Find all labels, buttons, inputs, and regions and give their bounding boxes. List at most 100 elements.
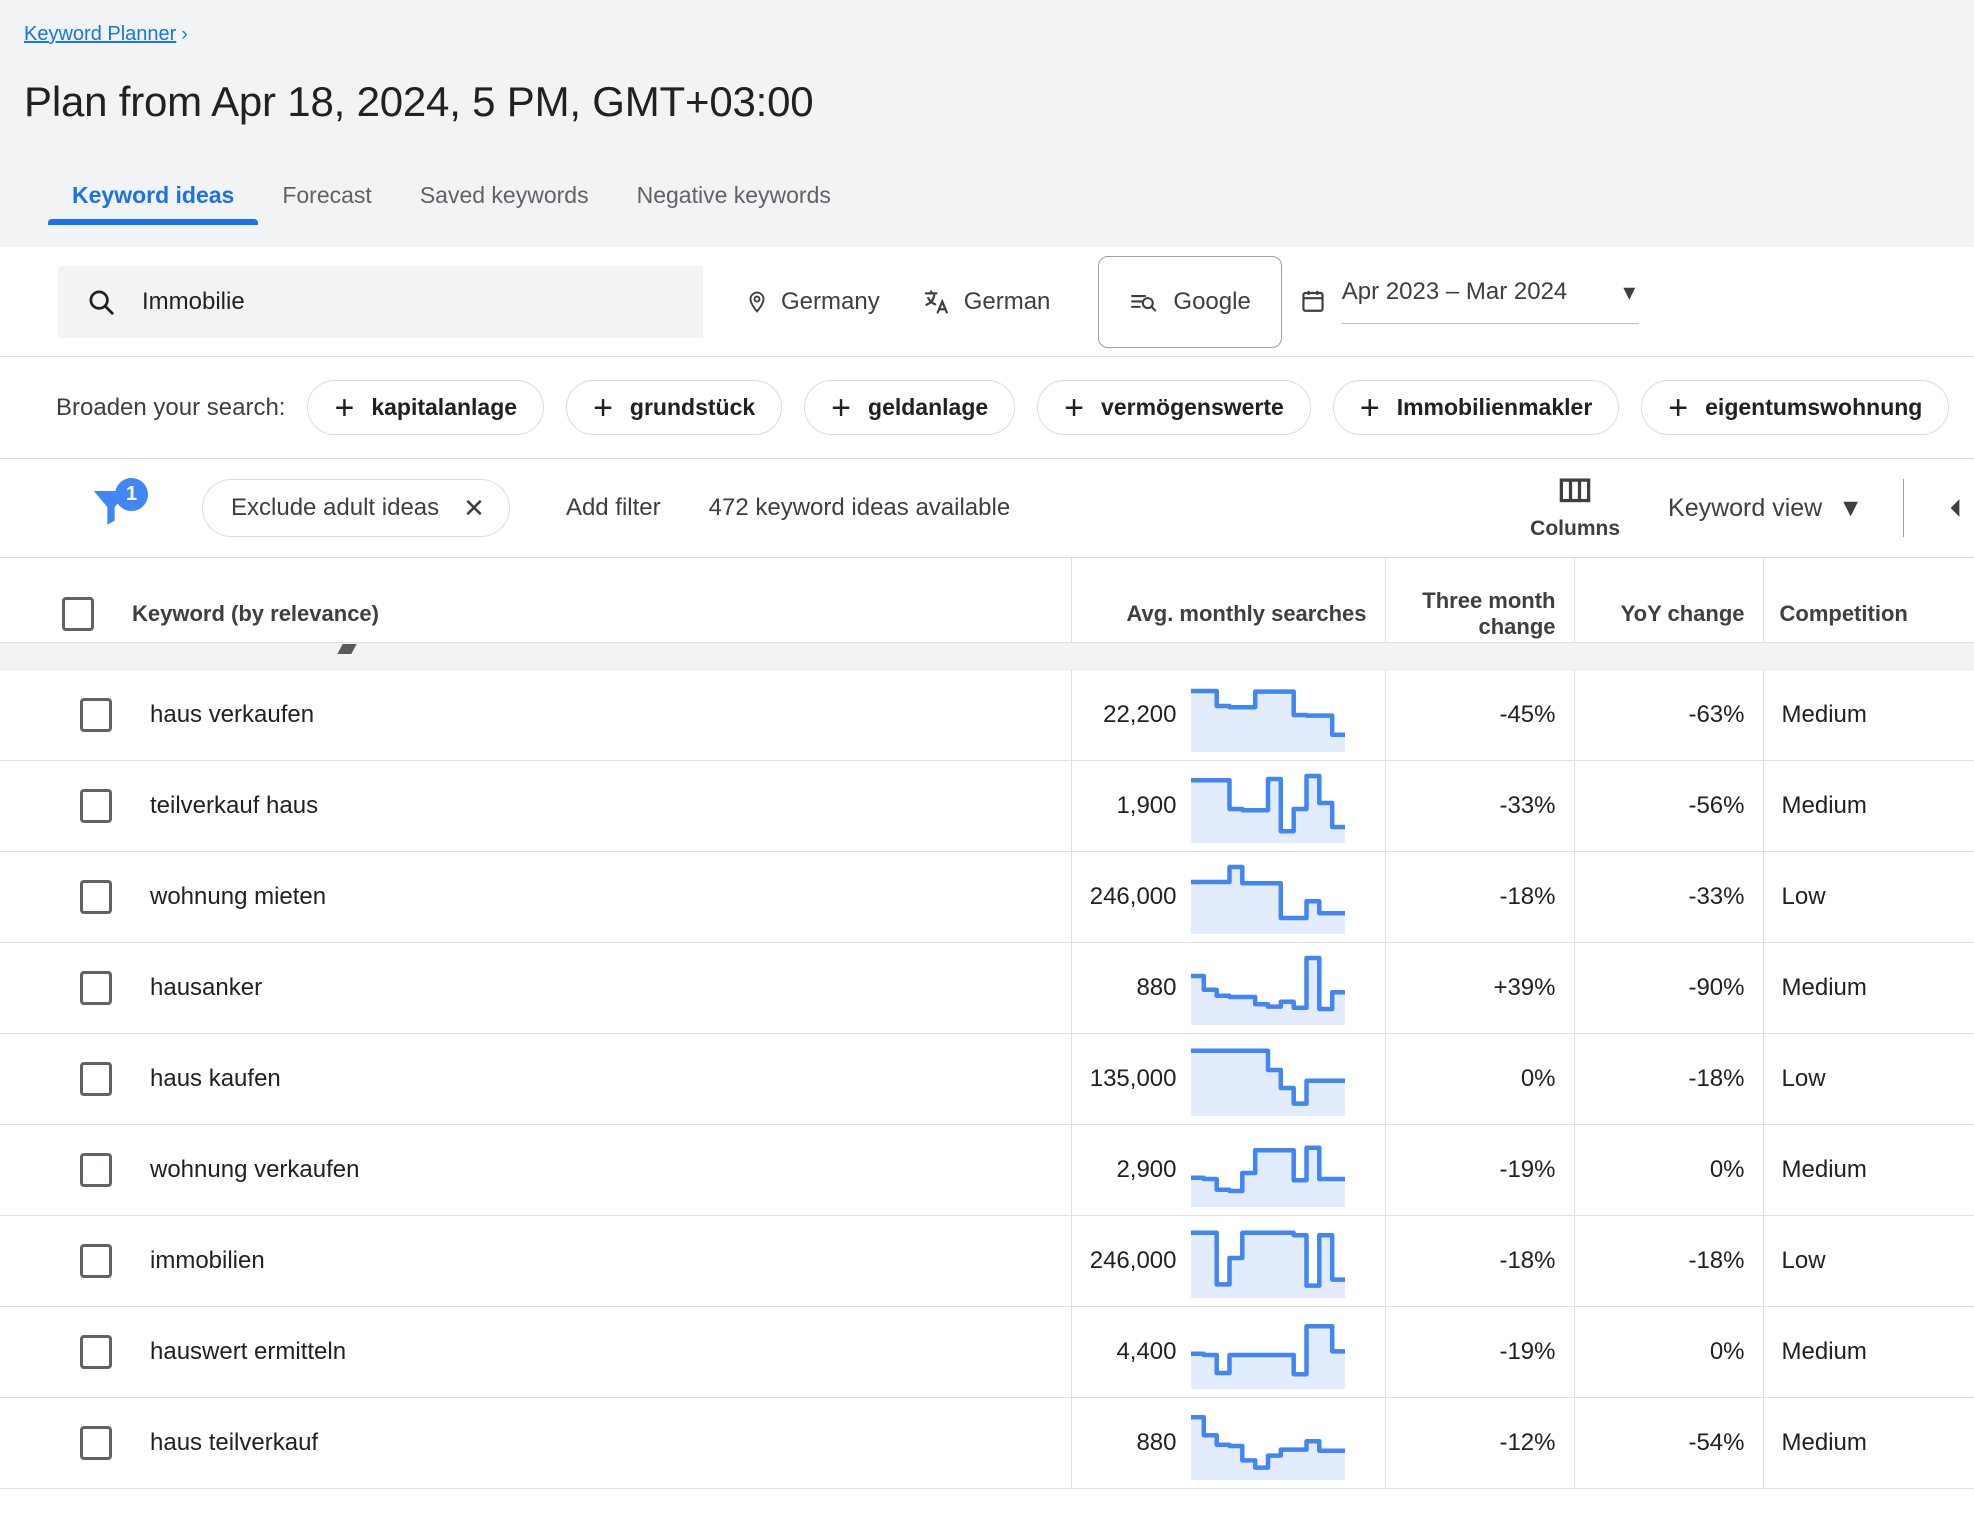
table-scroll-seam[interactable] xyxy=(0,642,1974,670)
cell-keyword: immobilien xyxy=(0,1216,1071,1307)
cell-keyword: teilverkauf haus xyxy=(0,761,1071,852)
cell-avg-monthly-searches: 246,000 xyxy=(1071,852,1385,943)
broaden-label: Broaden your search: xyxy=(56,394,285,422)
page-header: Keyword Planner› Plan from Apr 18, 2024,… xyxy=(0,0,1974,247)
table-row[interactable]: haus kaufen 135,000 0% -18% Low xyxy=(0,1034,1974,1125)
broaden-chip-label: geldanlage xyxy=(868,394,988,421)
avg-monthly-searches-value: 880 xyxy=(1136,974,1176,1002)
location-pin-icon xyxy=(745,288,769,316)
table-row[interactable]: haus teilverkauf 880 -12% -54% Medium xyxy=(0,1398,1974,1489)
search-network-icon xyxy=(1129,289,1159,315)
broaden-chip-vermoegenswerte[interactable]: +vermögenswerte xyxy=(1037,380,1311,435)
tab-bar: Keyword ideas Forecast Saved keywords Ne… xyxy=(0,163,1974,225)
language-selector[interactable]: German xyxy=(922,288,1051,316)
keyword-label: wohnung mieten xyxy=(150,883,326,911)
tab-saved-keywords[interactable]: Saved keywords xyxy=(396,181,613,225)
keyword-label: hauswert ermitteln xyxy=(150,1338,346,1366)
cell-competition: Medium xyxy=(1763,761,1974,852)
location-selector[interactable]: Germany xyxy=(745,288,880,316)
table-row[interactable]: haus verkaufen 22,200 -45% -63% Medium xyxy=(0,670,1974,761)
keyword-label: teilverkauf haus xyxy=(150,792,318,820)
row-checkbox[interactable] xyxy=(80,698,112,732)
cell-competition: Medium xyxy=(1763,1307,1974,1398)
language-label: German xyxy=(964,288,1051,316)
cell-three-month-change: -12% xyxy=(1385,1398,1574,1489)
row-checkbox[interactable] xyxy=(80,789,112,823)
broaden-chip-geldanlage[interactable]: + geldanlage xyxy=(804,380,1015,435)
cell-competition: Medium xyxy=(1763,1398,1974,1489)
cell-three-month-change: +39% xyxy=(1385,943,1574,1034)
location-label: Germany xyxy=(781,288,880,316)
avg-monthly-searches-value: 1,900 xyxy=(1116,792,1176,820)
search-toolbar: Immobilie Germany German xyxy=(0,247,1974,357)
sparkline-chart xyxy=(1191,1315,1345,1389)
cell-yoy-change: -54% xyxy=(1574,1398,1763,1489)
row-checkbox[interactable] xyxy=(80,1062,112,1096)
avg-monthly-searches-value: 2,900 xyxy=(1116,1156,1176,1184)
cell-competition: Medium xyxy=(1763,670,1974,761)
view-selector[interactable]: Keyword view ▼ xyxy=(1668,494,1863,523)
plus-icon: + xyxy=(831,391,851,425)
avg-monthly-searches-value: 4,400 xyxy=(1116,1338,1176,1366)
table-row[interactable]: teilverkauf haus 1,900 -33% -56% Medium xyxy=(0,761,1974,852)
cell-avg-monthly-searches: 880 xyxy=(1071,943,1385,1034)
row-checkbox[interactable] xyxy=(80,1153,112,1187)
broaden-chip-immobilienmakler[interactable]: +Immobilienmakler xyxy=(1333,380,1619,435)
keyword-planner-page: Keyword Planner› Plan from Apr 18, 2024,… xyxy=(0,0,1974,1534)
page-title: Plan from Apr 18, 2024, 5 PM, GMT+03:00 xyxy=(0,47,1974,127)
table-row[interactable]: wohnung verkaufen 2,900 -19% 0% Medium xyxy=(0,1125,1974,1216)
chevron-down-icon[interactable]: ▾ xyxy=(1623,278,1635,307)
row-checkbox[interactable] xyxy=(80,880,112,914)
columns-button[interactable]: Columns xyxy=(1530,476,1620,541)
network-label: Google xyxy=(1173,288,1250,316)
toolbar-divider xyxy=(1903,479,1904,537)
toolbar-right-group: Columns Keyword view ▼ xyxy=(1530,459,1974,557)
date-range-label: Apr 2023 – Mar 2024 xyxy=(1342,278,1567,306)
date-range-underline: Apr 2023 – Mar 2024 ▾ xyxy=(1342,278,1640,324)
date-range-selector[interactable]: Apr 2023 – Mar 2024 ▾ xyxy=(1300,278,1640,326)
plus-icon: + xyxy=(1064,391,1084,425)
table-row[interactable]: hausanker 880 +39% -90% Medium xyxy=(0,943,1974,1034)
cell-yoy-change: -90% xyxy=(1574,943,1763,1034)
cell-keyword: haus verkaufen xyxy=(0,670,1071,761)
sparkline-chart xyxy=(1191,951,1345,1025)
row-checkbox[interactable] xyxy=(80,1426,112,1460)
filter-button[interactable]: 1 xyxy=(88,479,146,537)
select-all-checkbox[interactable] xyxy=(62,597,94,631)
active-filter-chip-exclude-adult-ideas[interactable]: Exclude adult ideas ✕ xyxy=(202,479,510,537)
plus-icon: + xyxy=(334,391,354,425)
close-icon[interactable]: ✕ xyxy=(463,493,485,524)
cell-avg-monthly-searches: 22,200 xyxy=(1071,670,1385,761)
cell-three-month-change: 0% xyxy=(1385,1034,1574,1125)
table-row[interactable]: immobilien 246,000 -18% -18% Low xyxy=(0,1216,1974,1307)
sparkline-chart xyxy=(1191,1133,1345,1207)
sparkline-chart xyxy=(1191,769,1345,843)
row-checkbox[interactable] xyxy=(80,1335,112,1369)
network-selector[interactable]: Google xyxy=(1098,256,1281,348)
next-page-button[interactable] xyxy=(1940,493,1974,523)
breadcrumb-link-keyword-planner[interactable]: Keyword Planner xyxy=(24,23,176,45)
filter-toolbar: 1 Exclude adult ideas ✕ Add filter 472 k… xyxy=(0,459,1974,557)
ideas-count-label: 472 keyword ideas available xyxy=(709,494,1011,522)
column-header-keyword-label: Keyword (by relevance) xyxy=(132,601,379,627)
cell-competition: Low xyxy=(1763,852,1974,943)
keyword-label: haus teilverkauf xyxy=(150,1429,318,1457)
row-checkbox[interactable] xyxy=(80,1244,112,1278)
cell-yoy-change: -18% xyxy=(1574,1034,1763,1125)
add-filter-button[interactable]: Add filter xyxy=(566,494,661,522)
broaden-chip-grundstueck[interactable]: +grundstück xyxy=(566,380,782,435)
row-checkbox[interactable] xyxy=(80,971,112,1005)
sparkline-chart xyxy=(1191,1224,1345,1298)
table-row[interactable]: hauswert ermitteln 4,400 -19% 0% Medium xyxy=(0,1307,1974,1398)
table-row[interactable]: wohnung mieten 246,000 -18% -33% Low xyxy=(0,852,1974,943)
broaden-chip-kapitalanlage[interactable]: +kapitalanlage xyxy=(307,380,544,435)
cell-three-month-change: -33% xyxy=(1385,761,1574,852)
cell-competition: Low xyxy=(1763,1216,1974,1307)
tab-negative-keywords[interactable]: Negative keywords xyxy=(613,181,855,225)
search-input[interactable]: Immobilie xyxy=(58,266,703,338)
broaden-chip-eigentumswohnung[interactable]: +eigentumswohnung xyxy=(1641,380,1949,435)
tab-forecast[interactable]: Forecast xyxy=(258,181,395,225)
cell-competition: Low xyxy=(1763,1034,1974,1125)
cell-avg-monthly-searches: 246,000 xyxy=(1071,1216,1385,1307)
tab-keyword-ideas[interactable]: Keyword ideas xyxy=(48,181,258,225)
